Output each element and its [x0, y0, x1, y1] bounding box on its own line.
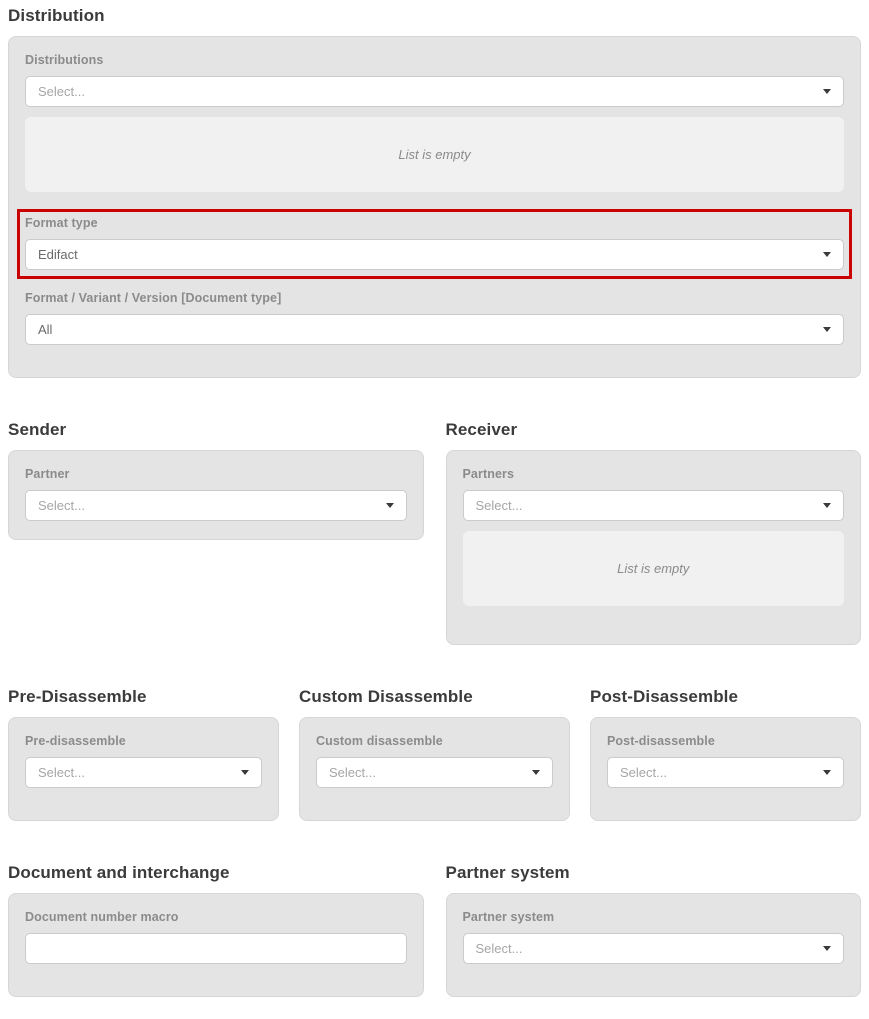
custom-disassemble-title: Custom Disassemble	[299, 687, 570, 707]
post-disassemble-select-placeholder: Select...	[620, 765, 667, 780]
distributions-select-placeholder: Select...	[38, 84, 85, 99]
sender-panel: Partner Select...	[8, 450, 424, 540]
distribution-title: Distribution	[8, 6, 861, 26]
post-disassemble-title: Post-Disassemble	[590, 687, 861, 707]
receiver-empty-list-text: List is empty	[617, 561, 689, 576]
section-pre-disassemble: Pre-Disassemble Pre-disassemble Select..…	[8, 687, 279, 821]
partner-system-select[interactable]: Select...	[463, 933, 845, 964]
section-custom-disassemble: Custom Disassemble Custom disassemble Se…	[299, 687, 570, 821]
receiver-partners-select-placeholder: Select...	[476, 498, 523, 513]
format-variant-select-value: All	[38, 322, 52, 337]
chevron-down-icon	[823, 770, 831, 775]
section-receiver: Receiver Partners Select... List is empt…	[446, 420, 862, 645]
receiver-partners-select[interactable]: Select...	[463, 490, 845, 521]
document-interchange-panel: Document number macro	[8, 893, 424, 997]
partner-system-field: Partner system Select...	[463, 910, 845, 964]
pre-disassemble-select-placeholder: Select...	[38, 765, 85, 780]
distributions-field: Distributions Select...	[25, 53, 844, 107]
sender-partner-select-placeholder: Select...	[38, 498, 85, 513]
receiver-partners-label: Partners	[463, 467, 845, 481]
chevron-down-icon	[823, 503, 831, 508]
distributions-empty-list: List is empty	[25, 117, 844, 192]
sender-title: Sender	[8, 420, 424, 440]
sender-partner-label: Partner	[25, 467, 407, 481]
section-post-disassemble: Post-Disassemble Post-disassemble Select…	[590, 687, 861, 821]
format-type-select[interactable]: Edifact	[25, 239, 844, 270]
distributions-label: Distributions	[25, 53, 844, 67]
format-variant-select[interactable]: All	[25, 314, 844, 345]
chevron-down-icon	[241, 770, 249, 775]
custom-disassemble-field: Custom disassemble Select...	[316, 734, 553, 788]
form-page: Distribution Distributions Select... Lis…	[0, 0, 869, 1011]
chevron-down-icon	[823, 252, 831, 257]
pre-disassemble-panel: Pre-disassemble Select...	[8, 717, 279, 821]
pre-disassemble-title: Pre-Disassemble	[8, 687, 279, 707]
receiver-empty-list: List is empty	[463, 531, 845, 606]
section-document-interchange: Document and interchange Document number…	[8, 863, 424, 997]
sender-receiver-row: Sender Partner Select... Receiver Partne…	[8, 420, 861, 645]
format-type-label: Format type	[25, 216, 844, 230]
pre-disassemble-select[interactable]: Select...	[25, 757, 262, 788]
document-number-macro-field: Document number macro	[25, 910, 407, 964]
format-variant-label: Format / Variant / Version [Document typ…	[25, 291, 844, 305]
sender-partner-select[interactable]: Select...	[25, 490, 407, 521]
receiver-title: Receiver	[446, 420, 862, 440]
format-type-field: Format type Edifact	[25, 216, 844, 270]
partner-system-label: Partner system	[463, 910, 845, 924]
distributions-empty-list-text: List is empty	[398, 147, 470, 162]
post-disassemble-panel: Post-disassemble Select...	[590, 717, 861, 821]
document-number-macro-label: Document number macro	[25, 910, 407, 924]
post-disassemble-select[interactable]: Select...	[607, 757, 844, 788]
section-partner-system: Partner system Partner system Select...	[446, 863, 862, 997]
pre-disassemble-field: Pre-disassemble Select...	[25, 734, 262, 788]
format-variant-field: Format / Variant / Version [Document typ…	[25, 291, 844, 345]
chevron-down-icon	[386, 503, 394, 508]
distributions-select[interactable]: Select...	[25, 76, 844, 107]
partner-system-title: Partner system	[446, 863, 862, 883]
receiver-panel: Partners Select... List is empty	[446, 450, 862, 645]
partner-system-select-placeholder: Select...	[476, 941, 523, 956]
chevron-down-icon	[823, 327, 831, 332]
chevron-down-icon	[823, 89, 831, 94]
chevron-down-icon	[823, 946, 831, 951]
custom-disassemble-panel: Custom disassemble Select...	[299, 717, 570, 821]
format-type-select-value: Edifact	[38, 247, 78, 262]
post-disassemble-field: Post-disassemble Select...	[607, 734, 844, 788]
receiver-partners-field: Partners Select...	[463, 467, 845, 521]
document-partner-row: Document and interchange Document number…	[8, 863, 861, 997]
disassemble-row: Pre-Disassemble Pre-disassemble Select..…	[8, 687, 861, 821]
pre-disassemble-label: Pre-disassemble	[25, 734, 262, 748]
document-number-macro-input[interactable]	[25, 933, 407, 964]
sender-partner-field: Partner Select...	[25, 467, 407, 521]
distribution-column: Distribution Distributions Select... Lis…	[8, 6, 861, 378]
custom-disassemble-select[interactable]: Select...	[316, 757, 553, 788]
format-type-highlight: Format type Edifact	[17, 209, 852, 279]
custom-disassemble-label: Custom disassemble	[316, 734, 553, 748]
document-interchange-title: Document and interchange	[8, 863, 424, 883]
post-disassemble-label: Post-disassemble	[607, 734, 844, 748]
section-sender: Sender Partner Select...	[8, 420, 424, 540]
section-distribution: Distribution Distributions Select... Lis…	[8, 6, 861, 378]
chevron-down-icon	[532, 770, 540, 775]
custom-disassemble-select-placeholder: Select...	[329, 765, 376, 780]
partner-system-panel: Partner system Select...	[446, 893, 862, 997]
distribution-panel: Distributions Select... List is empty Fo…	[8, 36, 861, 378]
